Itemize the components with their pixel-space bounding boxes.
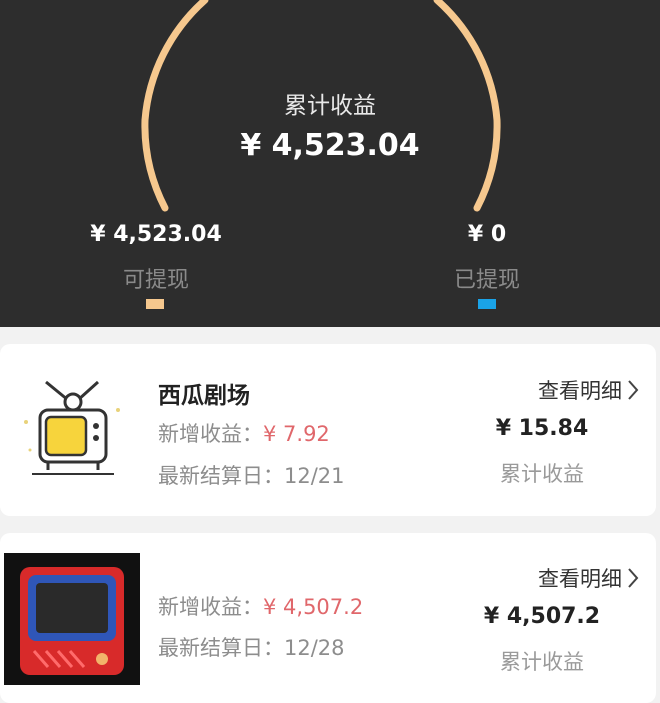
item-total-label: 累计收益 — [500, 462, 584, 486]
withdrawable-value: ¥ 4,523.04 — [90, 222, 222, 247]
new-income-label: 新增收益： — [158, 595, 263, 619]
item-total-amount: ¥ 4,507.2 — [483, 604, 601, 629]
view-details-link[interactable]: 查看明细 — [538, 375, 640, 405]
total-earnings-value: ¥ 4,523.04 — [240, 128, 420, 163]
item-total-amount: ¥ 15.84 — [495, 416, 589, 441]
settle-date-row: 最新结算日：12/21 — [158, 460, 345, 490]
chevron-right-icon — [628, 568, 639, 588]
view-details-label: 查看明细 — [538, 379, 622, 403]
red-tv-icon — [4, 553, 140, 685]
item-title: 西瓜剧场 — [158, 383, 250, 409]
settle-date-value: 12/28 — [284, 636, 345, 660]
settle-date-row: 最新结算日：12/28 — [158, 632, 345, 662]
earnings-summary-panel: 累计收益 ¥ 4,523.04 ¥ 4,523.04 可提现 ¥ 0 已提现 — [0, 0, 660, 327]
new-income-label: 新增收益： — [158, 422, 263, 446]
new-income-value: ¥ 4,507.2 — [263, 595, 364, 619]
view-details-label: 查看明细 — [538, 567, 622, 591]
list-item[interactable]: 西瓜剧场 新增收益：¥ 7.92 最新结算日：12/21 查看明细 ¥ 15.8… — [0, 344, 656, 516]
retro-tv-icon — [18, 380, 128, 484]
item-total-label: 累计收益 — [500, 650, 584, 674]
settle-date-label: 最新结算日： — [158, 464, 284, 488]
new-income-value: ¥ 7.92 — [263, 422, 330, 446]
new-income-row: 新增收益：¥ 4,507.2 — [158, 591, 363, 621]
view-details-link[interactable]: 查看明细 — [538, 563, 640, 593]
list-item[interactable]: 新增收益：¥ 4,507.2 最新结算日：12/28 查看明细 ¥ 4,507.… — [0, 533, 656, 703]
settle-date-label: 最新结算日： — [158, 636, 284, 660]
withdrawn-value: ¥ 0 — [467, 222, 507, 247]
new-income-row: 新增收益：¥ 7.92 — [158, 418, 330, 448]
withdrawn-label: 已提现 — [453, 268, 520, 293]
total-earnings-label: 累计收益 — [284, 93, 376, 119]
withdrawable-legend-swatch — [146, 299, 164, 309]
chevron-right-icon — [628, 380, 639, 400]
settle-date-value: 12/21 — [284, 464, 345, 488]
withdrawable-label: 可提现 — [122, 268, 189, 293]
withdrawn-legend-swatch — [478, 299, 496, 309]
